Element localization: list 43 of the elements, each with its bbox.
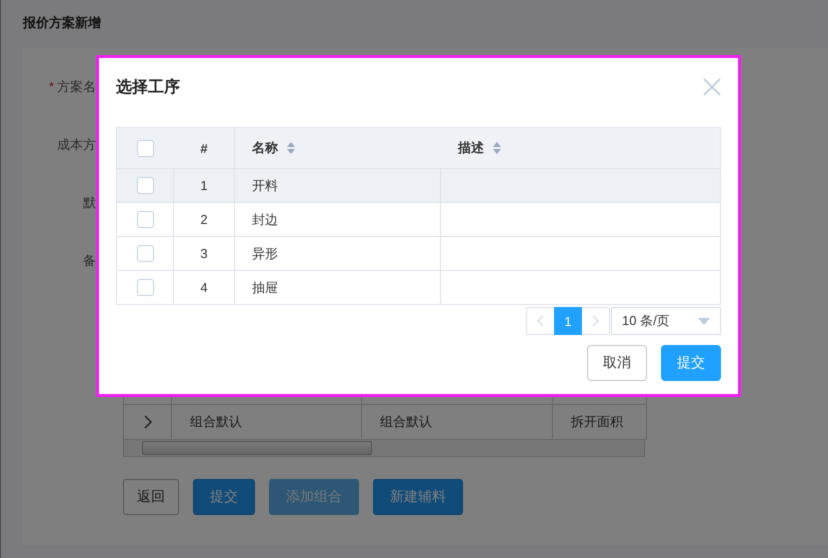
table-cell: 封边	[252, 210, 278, 228]
action-button[interactable]: 返回	[123, 479, 179, 515]
table-cell: 异形	[252, 244, 278, 262]
checkbox[interactable]	[136, 279, 154, 296]
column-header: #	[200, 140, 208, 156]
chevron-right-icon[interactable]	[144, 415, 152, 429]
table-cell: 开料	[252, 176, 278, 194]
table-row[interactable]: 2 封边	[117, 203, 720, 237]
table-cell: 4	[200, 280, 208, 295]
table-row[interactable]: 4 抽屉	[117, 271, 720, 305]
table-cell: 组合默认	[380, 413, 432, 431]
table-row[interactable]: 3 异形	[117, 237, 720, 271]
sort-icon[interactable]	[286, 141, 296, 155]
table-cell: 拆开面积	[571, 413, 623, 431]
dialog-button[interactable]: 取消	[587, 345, 647, 381]
page-title: 报价方案新增	[22, 14, 102, 32]
dialog-title: 选择工序	[116, 77, 180, 98]
table-cell: 3	[200, 246, 208, 261]
table-cell: 抽屉	[252, 278, 278, 296]
required-mark: *	[48, 79, 54, 94]
form-label: 默	[83, 195, 96, 210]
page-size-select[interactable]: 10 条/页	[611, 307, 721, 335]
chevron-left-icon	[537, 315, 544, 327]
horizontal-scrollbar[interactable]	[123, 440, 645, 457]
table-row[interactable]: 1 开料	[117, 169, 720, 203]
checkbox[interactable]	[136, 245, 154, 262]
sort-icon[interactable]	[492, 141, 502, 155]
previous-page-button[interactable]	[526, 307, 554, 335]
next-page-button[interactable]	[582, 307, 610, 335]
close-icon[interactable]	[703, 78, 721, 96]
table-cell: 1	[200, 178, 208, 193]
checkbox[interactable]	[136, 177, 154, 194]
checkbox[interactable]	[137, 140, 154, 156]
caret-down-icon	[698, 318, 710, 324]
form-label: 备	[83, 253, 96, 268]
table-cell: 2	[200, 212, 208, 227]
form-label: 方案名	[57, 79, 96, 94]
checkbox[interactable]	[136, 211, 154, 228]
table-cell: 组合默认	[190, 413, 242, 431]
column-header: 名称	[252, 139, 278, 157]
column-header: 描述	[458, 139, 484, 157]
form-label: 成本方	[57, 137, 96, 152]
chevron-right-icon	[592, 315, 599, 327]
